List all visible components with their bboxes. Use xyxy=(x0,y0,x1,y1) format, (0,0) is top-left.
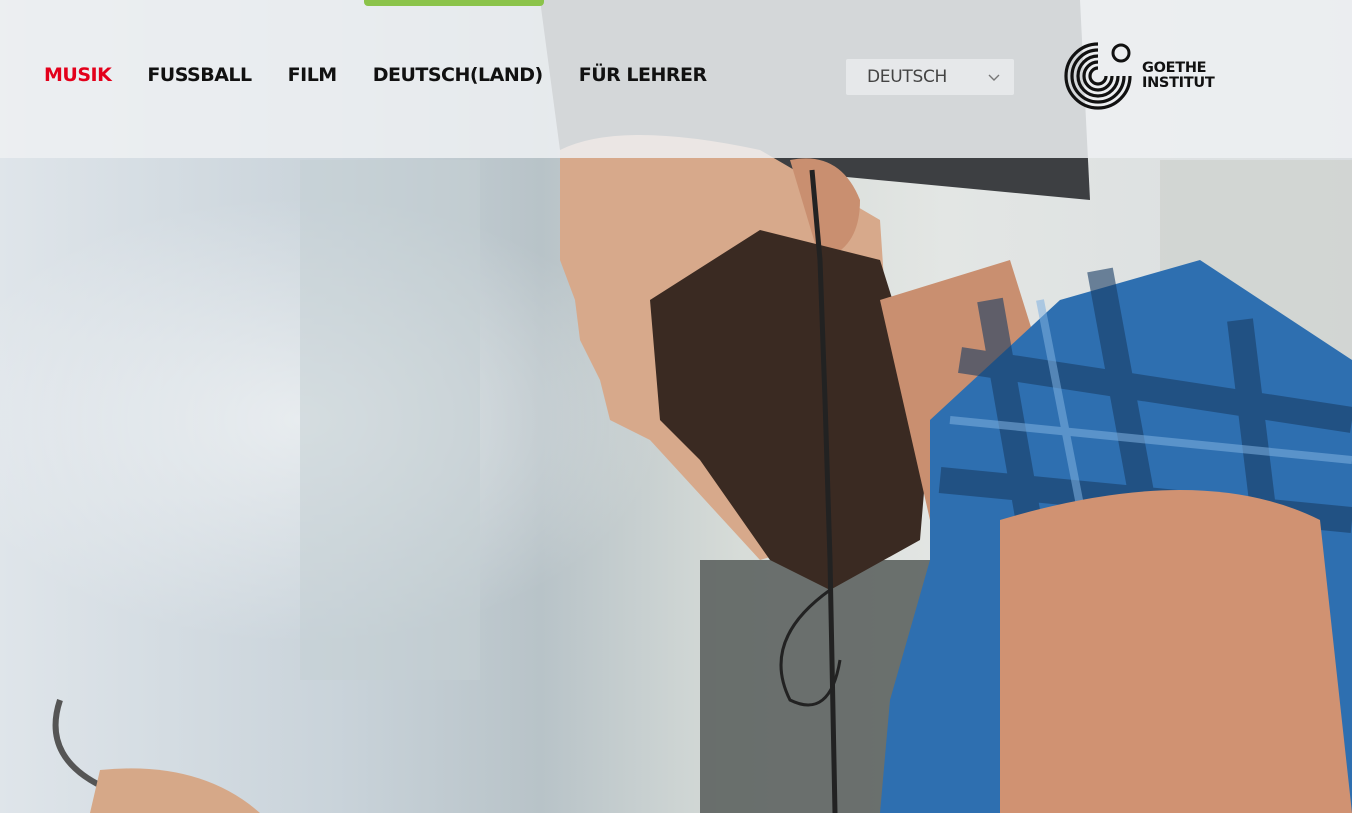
chevron-down-icon xyxy=(988,74,1000,81)
nav-item-fuer-lehrer[interactable]: FÜR LEHRER xyxy=(579,62,707,88)
nav-item-deutschland[interactable]: DEUTSCH(LAND) xyxy=(373,62,544,88)
language-select-value: DEUTSCH xyxy=(867,67,948,87)
logo-line-institut: INSTITUT xyxy=(1142,75,1215,91)
logo-line-goethe: GOETHE xyxy=(1142,60,1207,76)
language-select[interactable]: DEUTSCH xyxy=(846,59,1014,95)
logo-text: GOETHE INSTITUT xyxy=(1142,60,1215,91)
main-nav: MUSIK FUSSBALL FILM DEUTSCH(LAND) FÜR LE… xyxy=(44,62,743,88)
top-accent-tab[interactable] xyxy=(364,0,544,6)
nav-item-fussball[interactable]: FUSSBALL xyxy=(147,62,252,88)
goethe-institut-logo[interactable]: GOETHE INSTITUT xyxy=(1060,38,1215,114)
top-navigation-bar: MUSIK FUSSBALL FILM DEUTSCH(LAND) FÜR LE… xyxy=(0,0,1352,158)
nav-item-musik[interactable]: MUSIK xyxy=(44,62,112,88)
goethe-logo-icon xyxy=(1064,42,1132,110)
page: MUSIK FUSSBALL FILM DEUTSCH(LAND) FÜR LE… xyxy=(0,0,1352,813)
nav-item-film[interactable]: FILM xyxy=(288,62,338,88)
